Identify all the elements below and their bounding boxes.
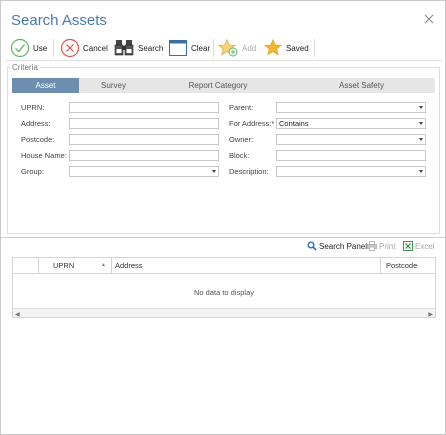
chevron-down-icon (419, 106, 423, 109)
tab-asset-safety[interactable]: Asset Safety (288, 78, 435, 93)
title-bar: Search Assets (1, 1, 445, 37)
sort-ascending-icon: ▲ (101, 262, 106, 268)
search-panel-button[interactable]: Search Panel (307, 241, 367, 251)
horizontal-scrollbar[interactable]: ◀ ▶ (13, 308, 435, 318)
tab-report-category[interactable]: Report Category (148, 78, 288, 93)
for-address-select[interactable]: Contains (276, 118, 426, 129)
excel-icon (403, 241, 413, 251)
search-panel-label: Search Panel (319, 241, 368, 251)
criteria-legend: Criteria (10, 63, 40, 72)
scroll-right-icon[interactable]: ▶ (428, 311, 433, 318)
excel-label: Excel (415, 241, 435, 251)
excel-button[interactable]: Excel (403, 241, 435, 251)
column-header-uprn[interactable]: UPRN (53, 258, 74, 273)
cancel-label: Cancel (83, 43, 108, 53)
column-divider (38, 258, 39, 273)
column-header-address[interactable]: Address (115, 258, 143, 273)
for-address-label: For Address:* (229, 119, 275, 128)
window-title: Search Assets (11, 12, 107, 29)
scroll-left-icon[interactable]: ◀ (15, 311, 20, 318)
search-assets-dialog: Search Assets Use Cancel Search Clear Ad… (0, 0, 446, 435)
clear-window-icon (169, 40, 187, 56)
cancel-button[interactable]: Cancel (60, 37, 108, 59)
address-input[interactable] (69, 118, 219, 129)
column-divider (111, 258, 112, 273)
toolbar-divider (314, 39, 315, 57)
block-input[interactable] (276, 150, 426, 161)
add-button[interactable]: Add (217, 37, 256, 59)
check-circle-icon (10, 38, 30, 58)
group-select[interactable] (69, 166, 219, 177)
chevron-down-icon (212, 170, 216, 173)
chevron-down-icon (419, 122, 423, 125)
toolbar-divider (213, 39, 214, 57)
uprn-input[interactable] (69, 102, 219, 113)
star-icon (263, 38, 283, 56)
print-button[interactable]: Print (367, 241, 395, 251)
description-select[interactable] (276, 166, 426, 177)
owner-select[interactable] (276, 134, 426, 145)
print-label: Print (379, 241, 396, 251)
for-address-value: Contains (279, 119, 309, 128)
cancel-circle-icon (60, 38, 80, 58)
tab-asset[interactable]: Asset (12, 78, 79, 93)
chevron-down-icon (419, 138, 423, 141)
criteria-tabs: Asset Survey Report Category Asset Safet… (12, 78, 435, 93)
toolbar: Use Cancel Search Clear Add Saved (6, 37, 442, 61)
search-icon (307, 241, 317, 251)
use-button[interactable]: Use (10, 37, 47, 59)
grid-header: UPRN ▲ Address Postcode (13, 258, 435, 274)
search-button[interactable]: Search (113, 37, 163, 59)
postcode-input[interactable] (69, 134, 219, 145)
house-name-input[interactable] (69, 150, 219, 161)
saved-button[interactable]: Saved (263, 37, 309, 59)
description-label: Description: (229, 167, 269, 176)
star-add-icon (217, 38, 238, 57)
tab-survey[interactable]: Survey (79, 78, 148, 93)
saved-label: Saved (286, 43, 309, 53)
chevron-down-icon (419, 170, 423, 173)
block-label: Block: (229, 151, 250, 160)
panel-splitter[interactable] (1, 237, 445, 238)
grid-toolbar: Search Panel Print Excel (1, 239, 445, 255)
parent-select[interactable] (276, 102, 426, 113)
binoculars-icon (114, 40, 134, 56)
add-label: Add (242, 43, 257, 53)
results-grid: UPRN ▲ Address Postcode No data to displ… (12, 257, 436, 318)
group-label: Group: (21, 167, 44, 176)
search-label: Search (138, 43, 164, 53)
empty-grid-message: No data to display (193, 288, 255, 297)
printer-icon (367, 241, 377, 251)
house-name-label: House Name: (21, 151, 67, 160)
column-divider (380, 258, 381, 273)
column-header-postcode[interactable]: Postcode (386, 258, 417, 273)
owner-label: Owner: (229, 135, 254, 144)
uprn-label: UPRN: (21, 103, 45, 112)
address-label: Address: (21, 119, 51, 128)
postcode-label: Postcode: (21, 135, 55, 144)
clear-label: Clear (191, 43, 211, 53)
close-icon[interactable] (423, 13, 435, 25)
toolbar-divider (53, 39, 54, 57)
parent-label: Parent: (229, 103, 254, 112)
clear-button[interactable]: Clear (168, 37, 210, 59)
use-label: Use (33, 43, 48, 53)
